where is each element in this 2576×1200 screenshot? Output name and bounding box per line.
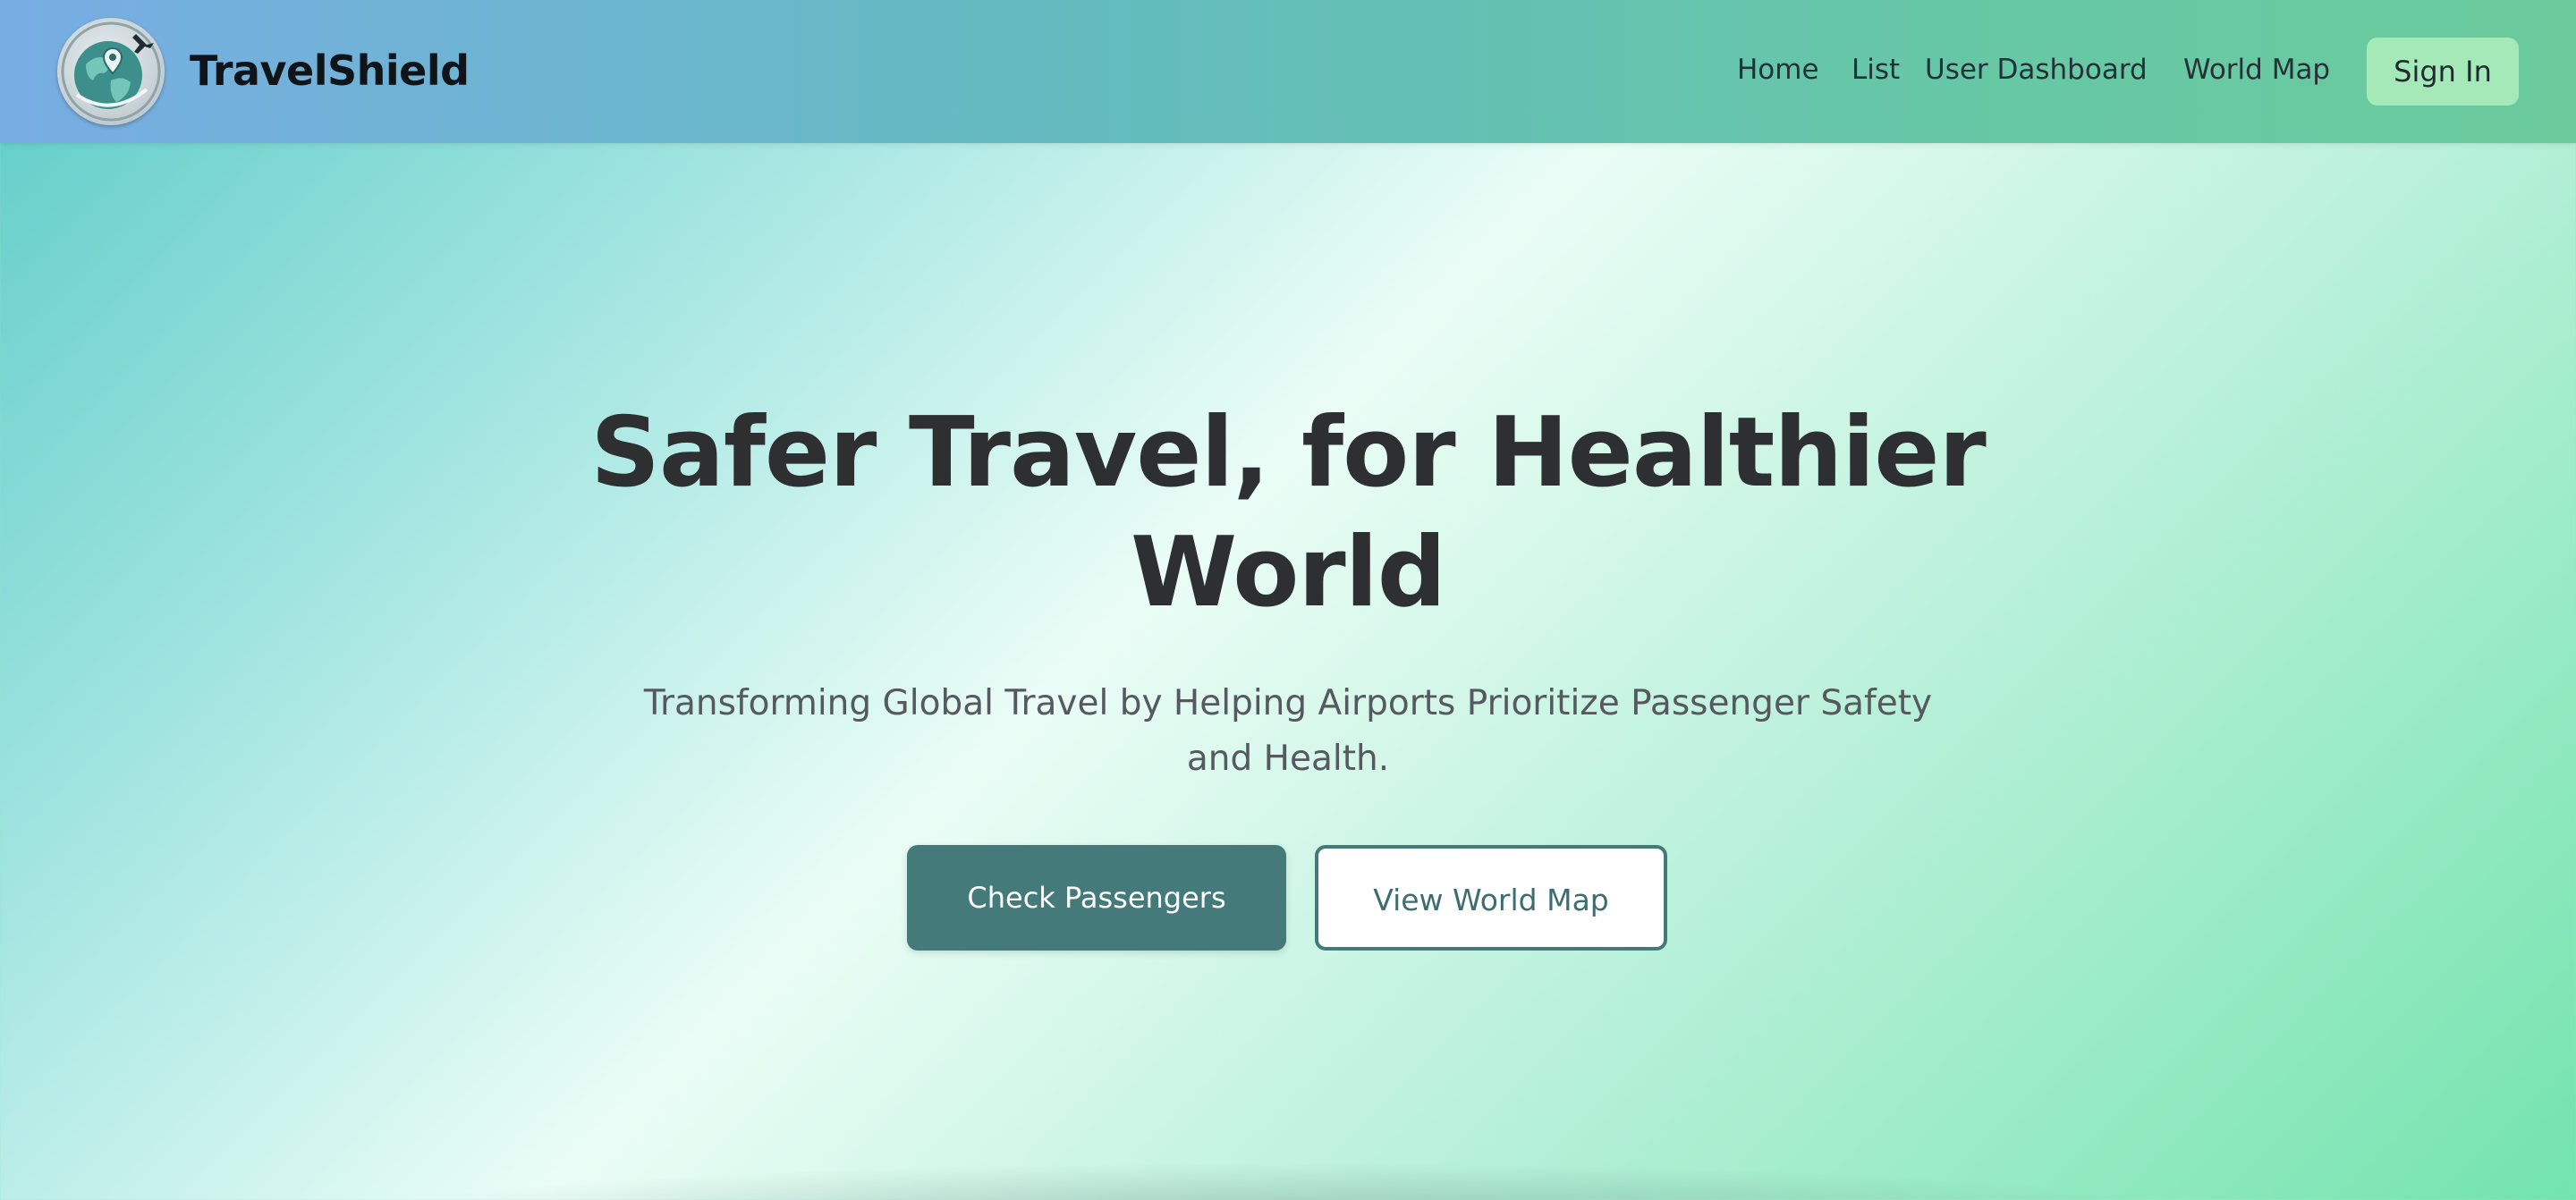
section-shadow xyxy=(358,1162,2218,1200)
nav-link-world-map[interactable]: World Map xyxy=(2183,50,2330,89)
navbar: TravelShield Home List User Dashboard Wo… xyxy=(0,0,2576,143)
hero-subtitle-line1: Transforming Global Travel by Helping Ai… xyxy=(643,683,1933,723)
nav-link-user-dashboard[interactable]: User Dashboard xyxy=(1925,50,2148,89)
hero-subtitle: Transforming Global Travel by Helping Ai… xyxy=(626,676,1950,787)
view-world-map-button[interactable]: View World Map xyxy=(1315,845,1667,951)
nav-link-list[interactable]: List xyxy=(1852,50,1900,89)
logo[interactable] xyxy=(57,18,165,125)
globe-airplane-icon xyxy=(61,21,161,122)
hero-subtitle-line2: and Health. xyxy=(1186,739,1390,779)
hero-title-line2: World xyxy=(1130,517,1446,629)
hero-title: Safer Travel, for Healthier World xyxy=(483,393,2093,633)
check-passengers-button[interactable]: Check Passengers xyxy=(907,845,1286,951)
brand-name[interactable]: TravelShield xyxy=(190,42,470,99)
hero-title-line1: Safer Travel, for Healthier xyxy=(590,397,1987,509)
nav-link-home[interactable]: Home xyxy=(1737,50,1819,89)
sign-in-button[interactable]: Sign In xyxy=(2367,38,2519,106)
